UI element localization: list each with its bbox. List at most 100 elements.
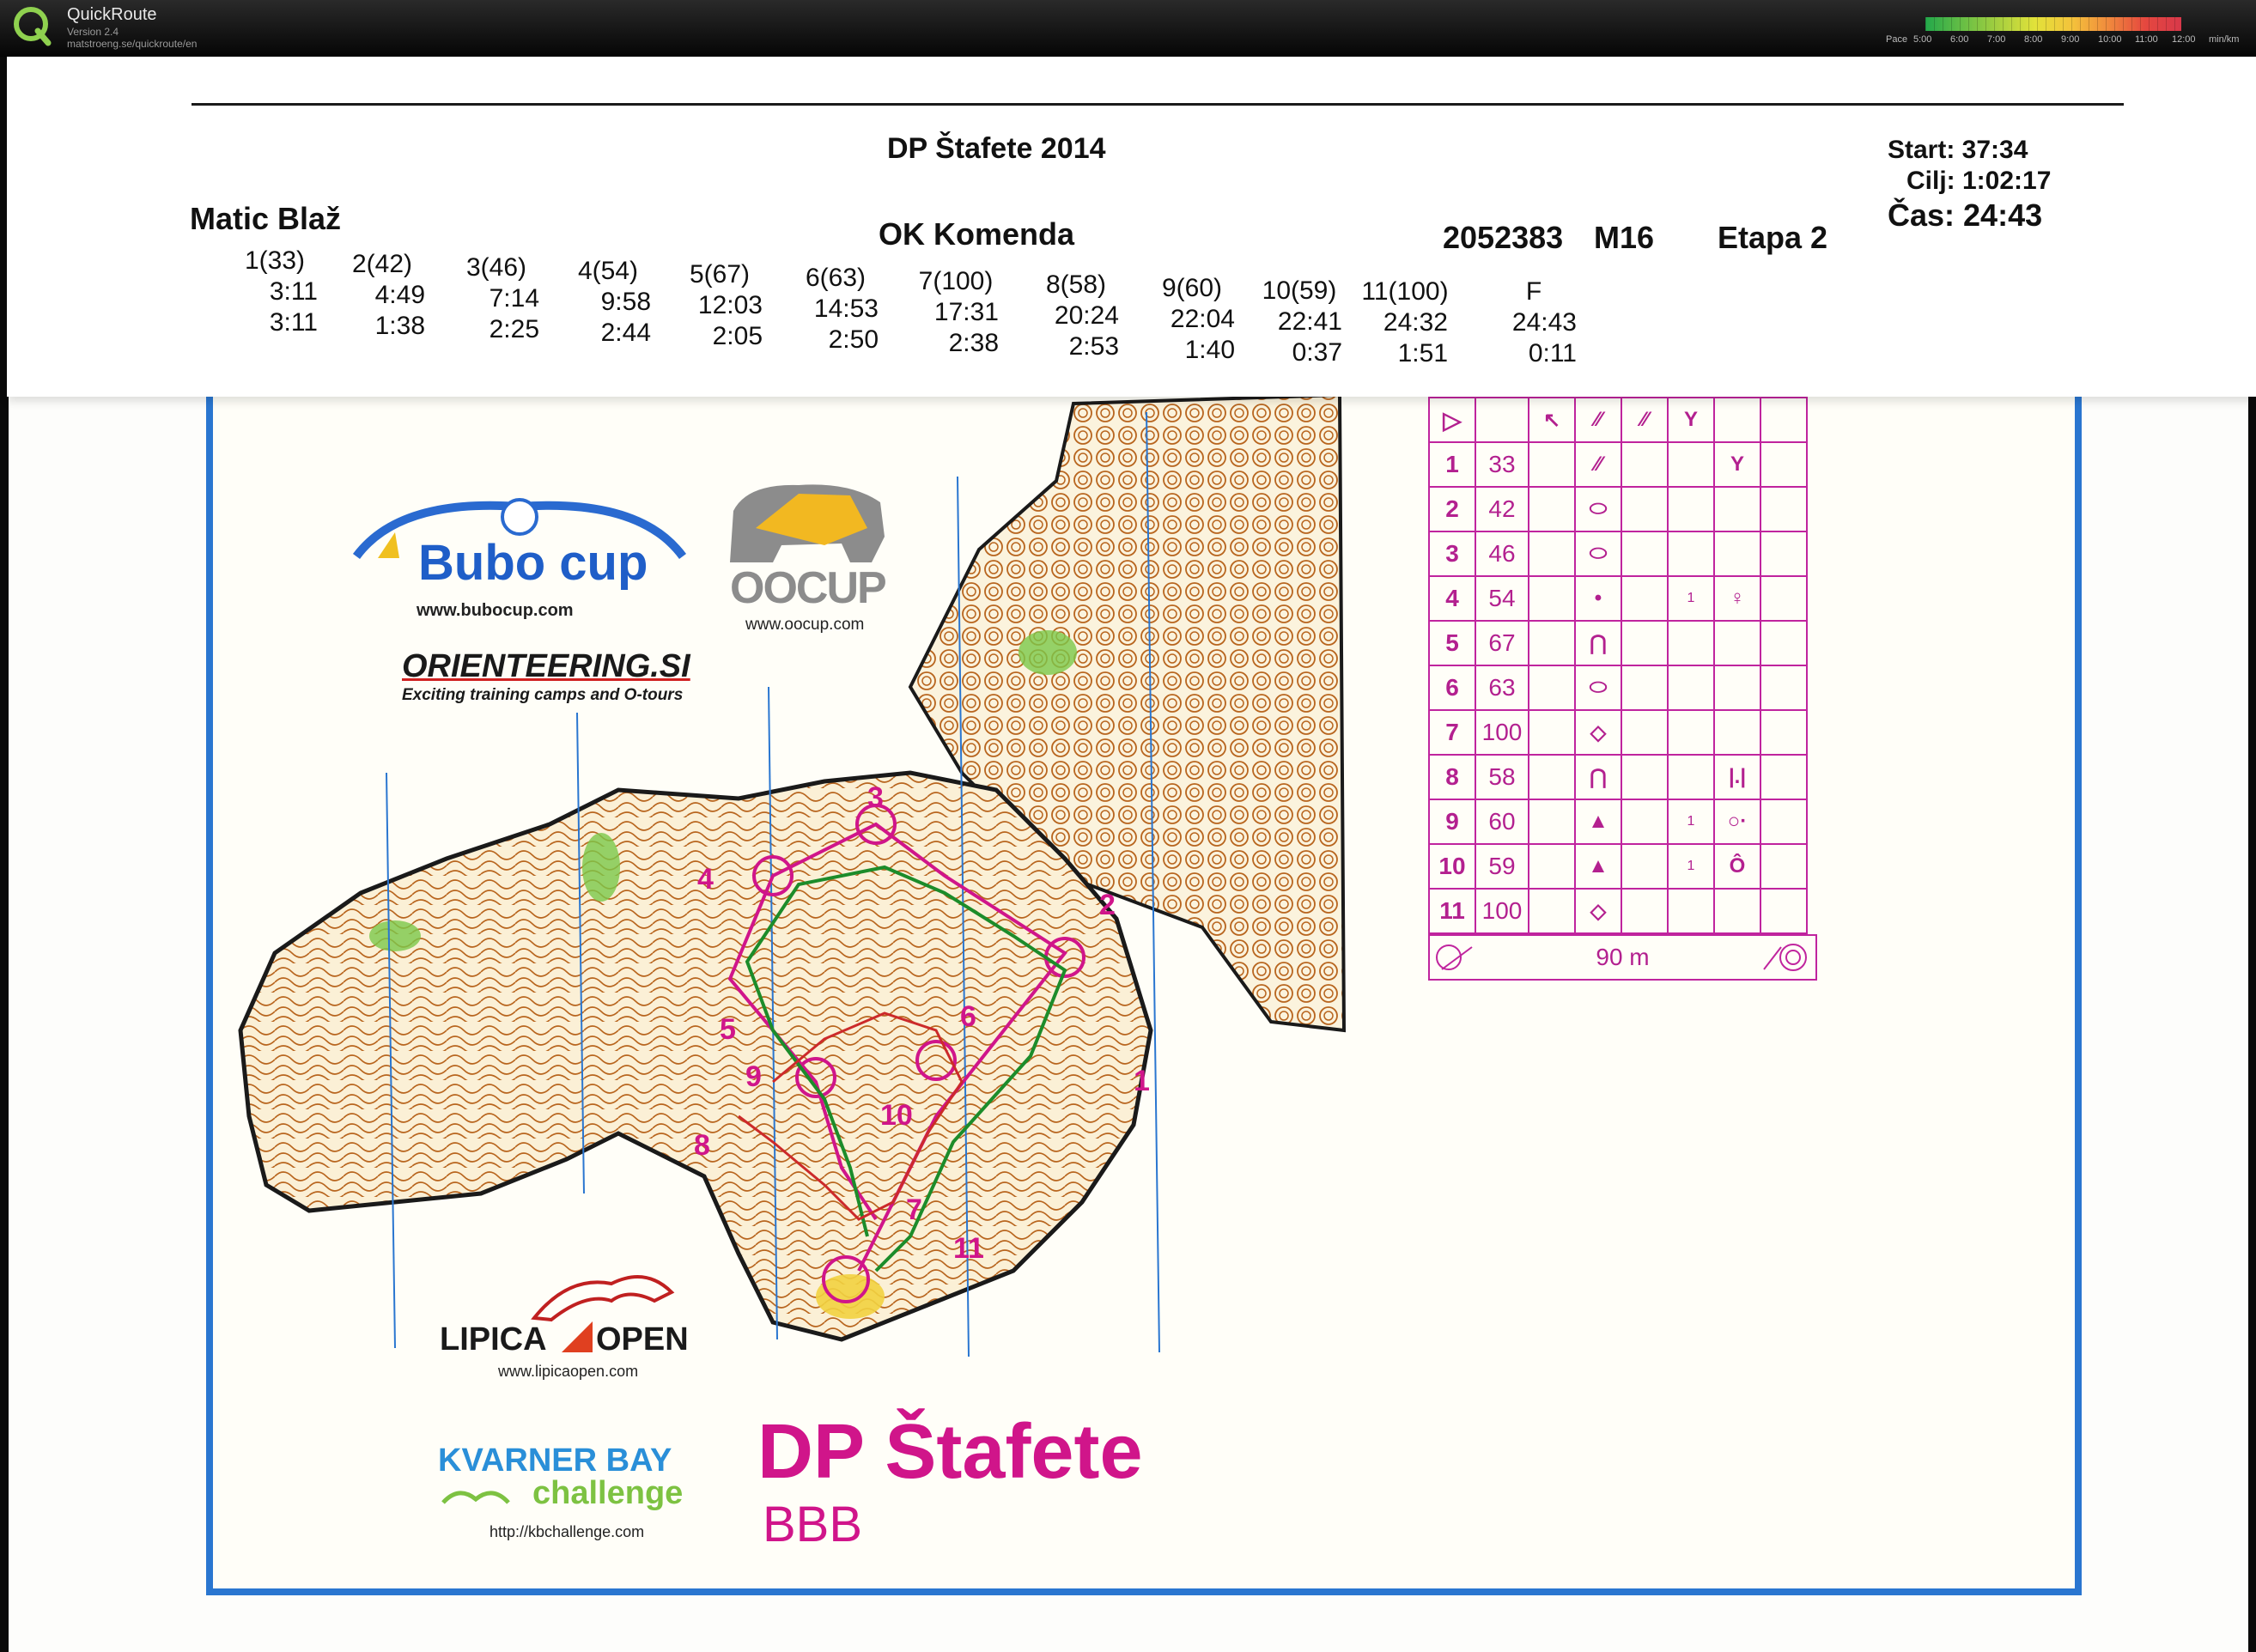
split-leg: 2:53 — [1068, 332, 1119, 361]
cd-empty-cell — [1621, 843, 1669, 890]
orienteering-si-logo: ORIENTEERING.SI Exciting training camps … — [402, 648, 711, 708]
split-control: 6(63) — [805, 264, 867, 292]
split-control: 10(59) — [1262, 276, 1337, 305]
split-column: 1(33) 3:11 3:11 — [223, 246, 326, 338]
cd-location-icon — [1713, 665, 1761, 711]
split-column: 2(42) 4:49 1:38 — [331, 249, 434, 342]
split-leg: 1:40 — [1184, 336, 1235, 364]
cd-header-dash-icon: ⁄⁄ — [1574, 397, 1622, 443]
split-control: 3(46) — [465, 253, 527, 282]
bubo-cup-text: Bubo cup — [418, 535, 648, 591]
cd-number: 6 — [1428, 665, 1476, 711]
bear-icon — [730, 484, 885, 562]
course-control-number: 7 — [906, 1193, 922, 1226]
cd-header-row: ▷ ↖ ⁄⁄ ⁄⁄ Y — [1428, 397, 1808, 443]
cd-row: 4 54 • 1 ♀ — [1428, 575, 1808, 622]
finish-circle-icon — [1763, 944, 1807, 971]
split-column: 4(54) 9:58 2:44 — [556, 256, 660, 349]
lipica-url: www.lipicaopen.com — [498, 1363, 639, 1380]
cd-empty-cell — [1528, 709, 1576, 756]
oocup-url: www.oocup.com — [745, 616, 865, 634]
control-description-sheet: ▷ ↖ ⁄⁄ ⁄⁄ Y 1 33 ⁄⁄ Y 2 42 ⬭ 3 46 ⬭ 4 54 • 1 ♀ 5 67 ⋂ 6 63 ⬭… — [1428, 397, 1817, 981]
cd-feature-icon: ⬭ — [1574, 531, 1622, 577]
cd-number: 1 — [1428, 441, 1476, 488]
cd-code: 42 — [1475, 486, 1529, 532]
cd-empty-cell — [1528, 486, 1576, 532]
start-time: Start: 37:34 — [1888, 136, 2028, 164]
kvarner-challenge-text: challenge — [532, 1475, 684, 1511]
split-cumulative: 24:32 — [1383, 308, 1448, 337]
finish-start-icon — [1436, 944, 1473, 970]
cd-empty-cell — [1621, 531, 1669, 577]
cd-row: 3 46 ⬭ — [1428, 531, 1808, 577]
cd-empty-cell — [1621, 799, 1669, 845]
cd-row: 8 58 ⋂ |.| — [1428, 754, 1808, 800]
split-cumulative: 9:58 — [600, 288, 651, 316]
kvarner-url: http://kbchallenge.com — [490, 1523, 645, 1540]
cd-empty-cell — [1760, 888, 1808, 934]
split-cumulative: 20:24 — [1054, 301, 1119, 330]
map-terrain-south — [238, 770, 1153, 1342]
cd-code: 60 — [1475, 799, 1529, 845]
course-control-number: 3 — [867, 781, 884, 814]
cd-row: 11 100 ◇ — [1428, 888, 1808, 934]
split-column: 3(46) 7:14 2:25 — [445, 252, 548, 345]
cd-location-icon — [1713, 888, 1761, 934]
split-cumulative: 17:31 — [933, 298, 999, 326]
split-times-printout: DP Štafete 2014 Matic Blaž OK Komenda 20… — [7, 57, 2256, 397]
cd-empty-cell — [1528, 575, 1576, 622]
cd-empty-cell — [1621, 709, 1669, 756]
cd-header-y-icon: Y — [1667, 397, 1715, 443]
oocup-logo: OOCUP www.oocup.com — [721, 477, 893, 640]
cd-code: 54 — [1475, 575, 1529, 622]
split-column: 9(60) 22:04 1:40 — [1140, 273, 1244, 366]
cd-number: 5 — [1428, 620, 1476, 666]
cd-location-icon — [1713, 486, 1761, 532]
orienteering-si-tagline: Exciting training camps and O-tours — [402, 686, 684, 704]
course-control-number: 2 — [1099, 889, 1116, 921]
split-control: F — [1525, 277, 1542, 306]
cd-dimension: 1 — [1667, 799, 1715, 845]
cd-row: 9 60 ▲ 1 ○· — [1428, 799, 1808, 845]
cd-dimension — [1667, 486, 1715, 532]
cd-code: 63 — [1475, 665, 1529, 711]
lipica-open-logo: LIPICA OPEN www.lipicaopen.com — [440, 1266, 706, 1387]
stage: Etapa 2 — [1718, 220, 1828, 255]
cd-empty-cell — [1621, 754, 1669, 800]
split-control: 11(100) — [1361, 277, 1449, 306]
cd-empty-cell — [1760, 620, 1808, 666]
split-leg: 1:51 — [1397, 339, 1448, 367]
cd-empty-cell — [1760, 531, 1808, 577]
cd-location-icon: Y — [1713, 441, 1761, 488]
split-cumulative: 22:04 — [1170, 305, 1235, 333]
total-time: Čas: 24:43 — [1888, 197, 2043, 233]
cd-finish-row: 90 m — [1428, 934, 1817, 981]
cd-empty-cell — [1760, 665, 1808, 711]
split-control: 2(42) — [351, 250, 413, 278]
cd-row: 2 42 ⬭ — [1428, 486, 1808, 532]
split-leg: 0:37 — [1292, 338, 1342, 367]
cd-empty-cell — [1621, 575, 1669, 622]
split-column: 7(100) 17:31 2:38 — [904, 266, 1007, 359]
split-control: 9(60) — [1161, 274, 1223, 302]
lipica-text: LIPICA — [440, 1321, 547, 1357]
split-column: F 24:43 0:11 — [1482, 276, 1585, 369]
orienteering-si-text: ORIENTEERING.SI — [402, 648, 690, 684]
cd-location-icon — [1713, 531, 1761, 577]
yellow-open-land — [816, 1274, 885, 1319]
split-leg: 2:50 — [828, 325, 879, 354]
cd-code: 100 — [1475, 709, 1529, 756]
cd-dimension — [1667, 531, 1715, 577]
split-leg: 2:44 — [600, 319, 651, 347]
split-leg: 2:38 — [948, 329, 999, 357]
cd-empty-cell — [1760, 709, 1808, 756]
split-control: 1(33) — [244, 246, 306, 275]
start-triangle-icon: ▷ — [1428, 397, 1476, 443]
cd-number: 2 — [1428, 486, 1476, 532]
split-cumulative: 14:53 — [813, 295, 879, 323]
course-control-number: 10 — [880, 1099, 913, 1132]
cd-code: 67 — [1475, 620, 1529, 666]
wave-icon — [441, 1491, 510, 1504]
finish-distance: 90 m — [1596, 944, 1650, 970]
map-title: DP Štafete — [757, 1409, 1143, 1495]
